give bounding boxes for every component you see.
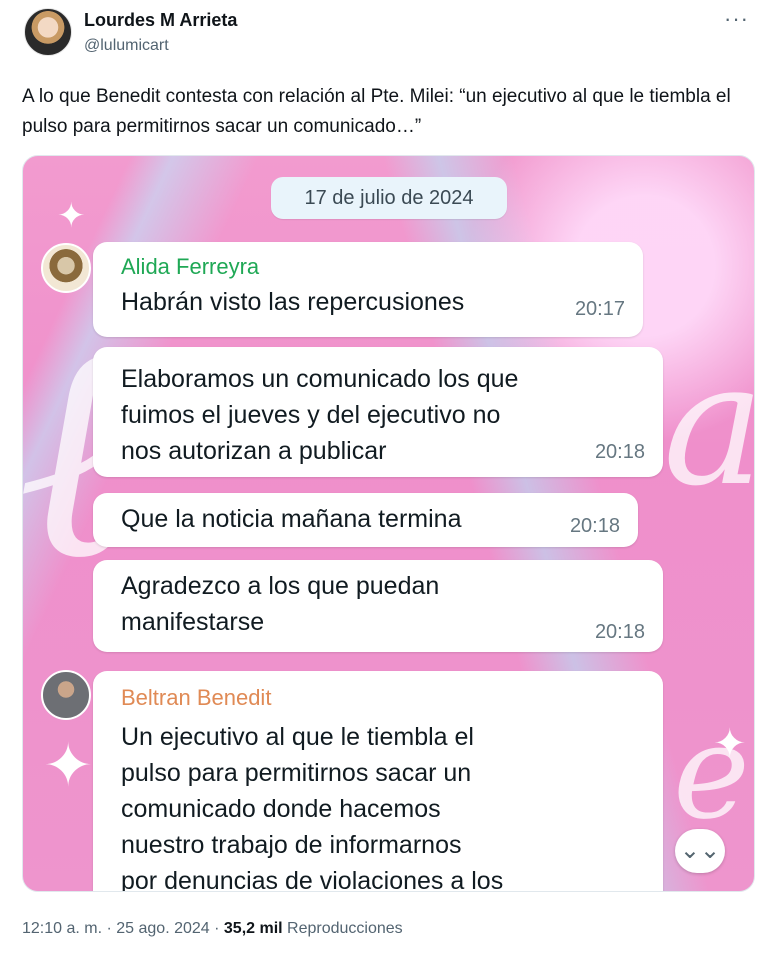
double-chevron-down-icon: ⌄⌄ — [679, 837, 721, 864]
sparkle-icon: ✦ — [57, 197, 86, 235]
message-bubble: Beltran Benedit Un ejecutivo al que le t… — [93, 671, 663, 892]
message-text: Que la noticia mañana termina — [121, 505, 462, 533]
message-text: Habrán visto las repercusiones — [121, 288, 465, 316]
message-bubble: Que la noticia mañana termina 20:18 — [93, 493, 638, 547]
message-time: 20:17 — [574, 298, 625, 320]
message-text: Agradezco a los que puedan manifestarse — [121, 572, 440, 636]
author-handle[interactable]: @lulumicart — [84, 37, 169, 55]
sender-name[interactable]: Beltran Benedit — [121, 685, 271, 711]
message-time: 20:18 — [569, 515, 620, 537]
sender-avatar[interactable] — [41, 243, 91, 293]
sparkle-icon: ✦ — [43, 732, 94, 799]
background-decoration: a — [663, 326, 755, 524]
message-bubble: Agradezco a los que puedan manifestarse … — [93, 560, 663, 652]
message-text: Elaboramos un comunicado los que fuimos … — [121, 365, 519, 465]
message-bubble: Alida Ferreyra Habrán visto las repercus… — [93, 242, 643, 337]
sender-name[interactable]: Alida Ferreyra — [121, 254, 259, 280]
separator: · — [102, 920, 117, 937]
message-time: 20:18 — [594, 621, 645, 643]
separator: · — [209, 920, 224, 937]
scroll-down-button[interactable]: ⌄⌄ — [675, 829, 725, 873]
sender-avatar[interactable] — [41, 670, 91, 720]
author-avatar[interactable] — [24, 8, 72, 56]
more-options-icon[interactable]: ··· — [724, 6, 749, 32]
tweet-media-image[interactable]: ℓ a e ✦ ✦ ✦ 17 de julio de 2024 Alida Fe… — [22, 155, 755, 892]
views-count: 35,2 mil — [223, 920, 283, 937]
tweet-date[interactable]: 25 ago. 2024 — [116, 920, 209, 937]
tweet-header: Lourdes M Arrieta @lulumicart ··· — [0, 0, 767, 70]
background-decoration: e — [673, 696, 750, 848]
message-time: 20:18 — [594, 441, 645, 463]
author-name[interactable]: Lourdes M Arrieta — [84, 10, 237, 31]
message-bubble: Elaboramos un comunicado los que fuimos … — [93, 347, 663, 477]
tweet-meta: 12:10 a. m. · 25 ago. 2024 · 35,2 mil Re… — [22, 920, 403, 938]
tweet-time[interactable]: 12:10 a. m. — [22, 920, 102, 937]
tweet-text: A lo que Benedit contesta con relación a… — [22, 86, 731, 137]
message-text: Un ejecutivo al que le tiembla el pulso … — [121, 723, 504, 892]
views-label: Reproducciones — [282, 920, 403, 937]
chat-date-divider: 17 de julio de 2024 — [271, 177, 507, 219]
sparkle-icon: ✦ — [713, 722, 747, 766]
